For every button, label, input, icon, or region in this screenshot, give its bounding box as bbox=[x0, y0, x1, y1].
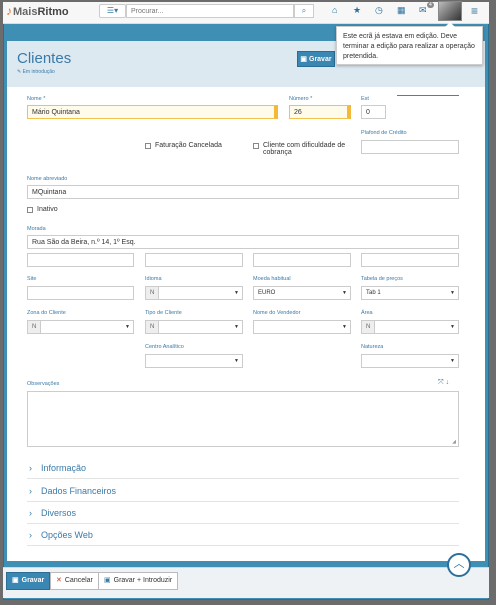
mail-icon[interactable]: ✉ bbox=[419, 5, 427, 16]
caret-down-icon: ▼ bbox=[125, 324, 130, 330]
save-and-new-button[interactable]: ▣ Gravar + Introduzir bbox=[98, 572, 179, 590]
zona-label: Zona do Cliente bbox=[27, 310, 66, 316]
vendedor-select[interactable]: ▼ bbox=[253, 320, 351, 334]
notification-badge: 4 bbox=[427, 2, 434, 8]
caret-down-icon: ▼ bbox=[342, 324, 347, 330]
tabela-select[interactable]: Tab 1 ▼ bbox=[361, 286, 459, 300]
idioma-label: Idioma bbox=[145, 276, 162, 282]
section-dados-financeiros[interactable]: › Dados Financeiros bbox=[27, 481, 459, 502]
floppy-icon: ▣ bbox=[12, 577, 19, 584]
observacoes-tools: ⤧ ↓ bbox=[438, 379, 449, 387]
inativo-checkbox[interactable]: Inativo bbox=[27, 206, 58, 213]
page-subtitle: ✎ Em introdução bbox=[17, 69, 55, 75]
caret-down-icon: ▼ bbox=[450, 290, 455, 296]
natureza-label: Natureza bbox=[361, 344, 384, 350]
plafond-label: Plafond de Crédito bbox=[361, 130, 407, 136]
numero-label: Número * bbox=[289, 96, 313, 102]
chevron-right-icon: › bbox=[29, 530, 32, 540]
checkbox-box[interactable] bbox=[253, 143, 259, 149]
tipo-label: Tipo de Cliente bbox=[145, 310, 182, 316]
chevron-right-icon: › bbox=[29, 508, 32, 518]
tabela-label: Tabela de preços bbox=[361, 276, 403, 282]
caret-down-icon: ▼ bbox=[450, 358, 455, 364]
est-label: Est bbox=[361, 96, 369, 102]
chevron-right-icon: › bbox=[29, 486, 32, 496]
menu-list-button[interactable]: ☰▾ bbox=[99, 4, 126, 18]
faturacao-checkbox[interactable]: Faturação Cancelada bbox=[145, 142, 222, 149]
site-label: Site bbox=[27, 276, 37, 282]
observacoes-label: Observações bbox=[27, 381, 60, 387]
arrow-down-icon[interactable]: ↓ bbox=[446, 379, 450, 386]
localidade-input[interactable] bbox=[253, 253, 351, 267]
list-icon: ☰▾ bbox=[106, 6, 119, 15]
dificuldade-checkbox[interactable]: Cliente com dificuldade de cobrança bbox=[253, 142, 353, 156]
home-icon[interactable]: ⌂ bbox=[332, 5, 337, 15]
music-note-icon: ♪ bbox=[6, 4, 12, 18]
cancel-button[interactable]: ✕ Cancelar bbox=[50, 572, 99, 590]
natureza-select[interactable]: ▼ bbox=[361, 354, 459, 368]
site-input[interactable] bbox=[27, 286, 134, 300]
morada-label: Morada bbox=[27, 226, 46, 232]
hamburger-menu-icon[interactable]: ≡ bbox=[471, 4, 478, 18]
scroll-top-button[interactable]: ︿ bbox=[447, 553, 471, 577]
centro-select[interactable]: ▼ bbox=[145, 354, 243, 368]
close-icon: ✕ bbox=[56, 577, 62, 584]
caret-down-icon: ▼ bbox=[234, 290, 239, 296]
zona-select[interactable]: N ▼ bbox=[27, 320, 134, 334]
section-diversos[interactable]: › Diversos bbox=[27, 503, 459, 524]
morada-input[interactable]: Rua São da Beira, n.º 14, 1º Esq. bbox=[27, 235, 459, 249]
save-button-top[interactable]: ▣ Gravar bbox=[297, 51, 335, 67]
plafond-input[interactable] bbox=[361, 140, 459, 154]
expand-icon[interactable]: ⤧ bbox=[438, 379, 444, 386]
caret-down-icon: ▼ bbox=[234, 358, 239, 364]
search-input[interactable] bbox=[126, 4, 294, 18]
codigo-postal-input[interactable] bbox=[145, 253, 243, 267]
tipo-select[interactable]: N ▼ bbox=[145, 320, 243, 334]
area-label: Área bbox=[361, 310, 373, 316]
observacoes-textarea[interactable]: ◢ bbox=[27, 391, 459, 447]
edit-warning-tooltip: Este ecrã já estava em edição. Deve term… bbox=[336, 22, 483, 65]
clock-icon[interactable]: ◷ bbox=[375, 5, 383, 16]
moeda-label: Moeda habitual bbox=[253, 276, 291, 282]
vendedor-label: Nome do Vendedor bbox=[253, 310, 301, 316]
checkbox-box[interactable] bbox=[27, 207, 33, 213]
idioma-select[interactable]: N ▼ bbox=[145, 286, 243, 300]
numero-input[interactable]: 26 bbox=[289, 105, 351, 119]
nome-abreviado-input[interactable]: MQuintana bbox=[27, 185, 459, 199]
nome-input[interactable]: Mário Quintana bbox=[27, 105, 278, 119]
moeda-select[interactable]: EURO ▼ bbox=[253, 286, 351, 300]
floppy-icon: ▣ bbox=[300, 56, 308, 63]
centro-label: Centro Analítico bbox=[145, 344, 184, 350]
tab-underline bbox=[397, 95, 459, 96]
est-input[interactable]: 0 bbox=[361, 105, 386, 119]
section-opcoes-web[interactable]: › Opções Web bbox=[27, 525, 459, 546]
chevron-up-icon: ︿ bbox=[453, 558, 465, 570]
section-informacao[interactable]: › Informação bbox=[27, 458, 459, 479]
nome-label: Nome * bbox=[27, 96, 46, 102]
right-border bbox=[485, 41, 487, 561]
save-button[interactable]: ▣ Gravar bbox=[6, 572, 51, 590]
page-title: Clientes bbox=[17, 50, 72, 67]
resize-handle-icon[interactable]: ◢ bbox=[452, 439, 456, 445]
calendar-icon[interactable]: ▦ bbox=[397, 5, 406, 16]
caret-down-icon: ▼ bbox=[234, 324, 239, 330]
area-select[interactable]: N ▼ bbox=[361, 320, 459, 334]
morada-line2-input[interactable] bbox=[27, 253, 134, 267]
checkbox-box[interactable] bbox=[145, 143, 151, 149]
pais-input[interactable] bbox=[361, 253, 459, 267]
search-button[interactable]: ⌕ bbox=[294, 4, 314, 18]
caret-down-icon: ▼ bbox=[450, 324, 455, 330]
search-icon: ⌕ bbox=[301, 6, 307, 15]
avatar[interactable] bbox=[438, 1, 462, 21]
nome-abreviado-label: Nome abreviado bbox=[27, 176, 68, 182]
caret-down-icon: ▼ bbox=[342, 290, 347, 296]
chevron-right-icon: › bbox=[29, 463, 32, 473]
floppy-icon: ▣ bbox=[104, 577, 111, 584]
app-logo[interactable]: ♪MaisRitmo bbox=[6, 4, 69, 18]
star-icon[interactable]: ★ bbox=[353, 5, 361, 16]
